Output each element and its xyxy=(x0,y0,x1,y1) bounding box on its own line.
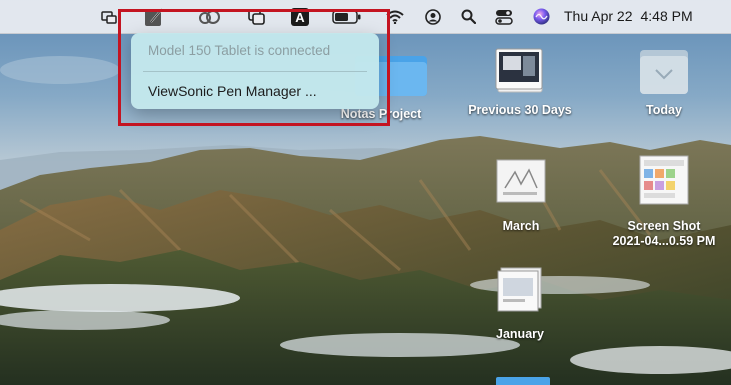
siri-icon[interactable] xyxy=(531,0,551,33)
user-account-icon[interactable] xyxy=(424,0,442,33)
highlight-rectangle xyxy=(118,9,390,126)
document-thumbnail-icon xyxy=(496,159,546,203)
desktop-item-label: January xyxy=(496,327,544,341)
desktop-item-label-line2: 2021-04...0.59 PM xyxy=(612,234,716,248)
screen-mirror-icon[interactable] xyxy=(100,0,118,33)
desktop-item-previous-30-days[interactable]: Previous 30 Days xyxy=(455,46,585,118)
screenshot-thumbnail-icon xyxy=(639,155,689,205)
clock-day: Thu Apr 22 xyxy=(564,8,633,24)
menu-bar-clock[interactable]: Thu Apr 22 4:48 PM xyxy=(564,0,701,33)
desktop-item-label: Previous 30 Days xyxy=(468,103,572,117)
document-stack-icon xyxy=(497,267,542,312)
desktop-item-label: Today xyxy=(646,103,682,117)
desktop-item-january[interactable]: January xyxy=(484,266,556,342)
image-stack-icon xyxy=(495,48,543,93)
desktop-item-label: March xyxy=(502,219,540,233)
desktop-item-label: Screen Shot xyxy=(627,219,701,233)
clock-time: 4:48 PM xyxy=(640,8,693,24)
control-center-icon[interactable] xyxy=(494,0,514,33)
desktop-item-screen-shot[interactable]: Screen Shot 2021-04...0.59 PM xyxy=(594,154,731,249)
search-icon[interactable] xyxy=(459,0,477,33)
desktop-item-march[interactable]: March xyxy=(485,158,557,234)
desktop-item-today[interactable]: Today xyxy=(622,48,706,118)
folder-icon xyxy=(640,50,688,94)
